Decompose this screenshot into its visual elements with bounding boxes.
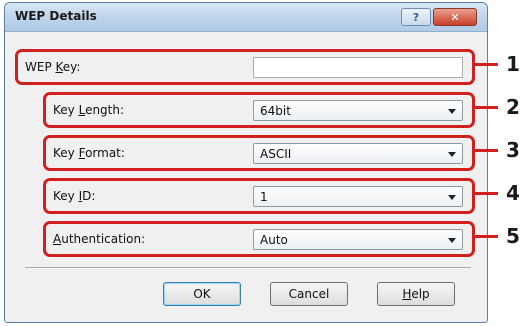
- authentication-value: Auto: [260, 233, 288, 247]
- key-id-value: 1: [260, 190, 268, 204]
- callout-number-3: 3: [506, 138, 520, 162]
- chevron-down-icon: [448, 195, 456, 200]
- key-format-select[interactable]: ASCII: [253, 143, 463, 164]
- callout-line-2: [474, 106, 498, 109]
- cancel-button[interactable]: Cancel: [270, 282, 348, 306]
- help-button-titlebar[interactable]: ?: [401, 8, 431, 26]
- key-id-label: Key ID:: [53, 189, 96, 203]
- separator: [25, 267, 471, 269]
- key-length-select[interactable]: 64bit: [253, 100, 463, 121]
- wep-details-dialog: WEP Details ? ✕ WEP Key: Key Length: 64b…: [4, 2, 488, 323]
- callout-number-1: 1: [506, 52, 520, 76]
- cancel-button-label: Cancel: [288, 287, 330, 301]
- ok-button-label: OK: [193, 287, 211, 301]
- callout-number-5: 5: [506, 224, 520, 248]
- question-mark-icon: ?: [412, 10, 420, 24]
- key-format-label: Key Format:: [53, 146, 125, 160]
- ok-button[interactable]: OK: [163, 282, 241, 306]
- key-length-value: 64bit: [260, 104, 291, 118]
- authentication-select[interactable]: Auto: [253, 229, 463, 250]
- help-button[interactable]: Help: [377, 282, 455, 306]
- callout-number-4: 4: [506, 181, 520, 205]
- dialog-title: WEP Details: [15, 9, 97, 23]
- chevron-down-icon: [448, 152, 456, 157]
- authentication-label: Authentication:: [53, 232, 146, 246]
- title-bar: WEP Details ? ✕: [5, 3, 487, 32]
- callout-line-1: [474, 63, 498, 66]
- key-length-label: Key Length:: [53, 103, 125, 117]
- key-id-select[interactable]: 1: [253, 186, 463, 207]
- help-button-label: Help: [402, 287, 430, 301]
- close-icon: ✕: [450, 10, 460, 24]
- callout-line-4: [474, 192, 498, 195]
- wep-key-input[interactable]: [253, 57, 463, 78]
- callout-number-2: 2: [506, 95, 520, 119]
- callout-line-3: [474, 149, 498, 152]
- close-button[interactable]: ✕: [433, 8, 477, 26]
- chevron-down-icon: [448, 109, 456, 114]
- key-format-value: ASCII: [260, 147, 292, 161]
- chevron-down-icon: [448, 238, 456, 243]
- wep-key-label: WEP Key:: [25, 60, 81, 74]
- callout-line-5: [474, 235, 498, 238]
